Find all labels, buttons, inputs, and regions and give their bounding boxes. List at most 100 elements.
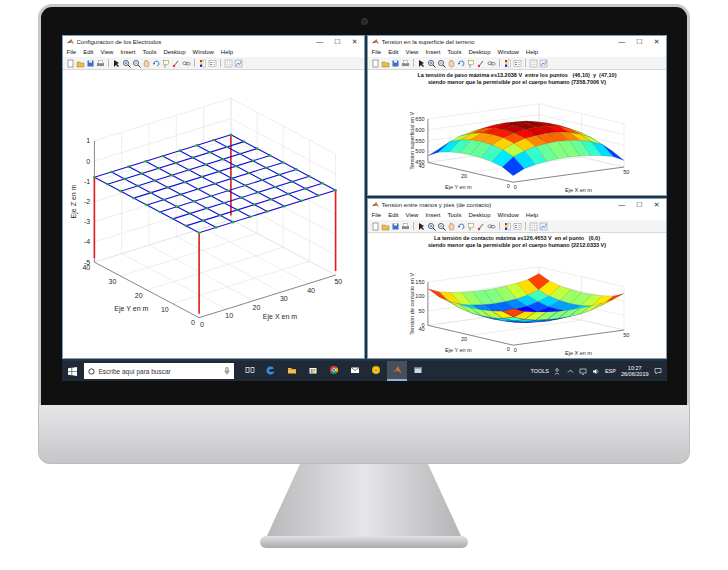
store-icon[interactable]: [308, 365, 318, 375]
taskbar-app[interactable]: [366, 361, 386, 381]
open-icon[interactable]: [381, 222, 390, 231]
menu-item[interactable]: Help: [526, 212, 538, 218]
save-icon[interactable]: [391, 222, 400, 231]
taskbar-app[interactable]: [345, 361, 365, 381]
notifications-icon[interactable]: [654, 367, 662, 375]
menu-item[interactable]: Tools: [142, 49, 156, 55]
mail-icon[interactable]: [350, 365, 360, 375]
surface-voltage-plot[interactable]: La tensión de paso máxima es13.2038 V en…: [368, 70, 666, 195]
axes-3d[interactable]: 05002040450500550600650Eje X en mEje Y e…: [408, 104, 629, 193]
plot-icon[interactable]: [539, 59, 548, 68]
pointer-icon[interactable]: [112, 59, 121, 68]
legend-icon[interactable]: [208, 59, 217, 68]
figure-window[interactable]: Tension entre manos y pies (de contacto)…: [367, 198, 667, 359]
start-button[interactable]: [62, 361, 84, 381]
speaker-icon[interactable]: [592, 368, 600, 375]
window-control-button[interactable]: ✕: [654, 201, 660, 208]
print-icon[interactable]: [96, 59, 105, 68]
new-icon[interactable]: [66, 59, 75, 68]
pan-icon[interactable]: [447, 222, 456, 231]
title-bar[interactable]: Tension entre manos y pies (de contacto)…: [368, 199, 666, 210]
menu-item[interactable]: View: [406, 49, 419, 55]
legend-icon[interactable]: [513, 59, 522, 68]
save-icon[interactable]: [86, 59, 95, 68]
window-control-button[interactable]: ☐: [636, 38, 642, 45]
menu-item[interactable]: Edit: [388, 212, 398, 218]
taskbar-app[interactable]: [261, 361, 281, 381]
explorer-icon[interactable]: [287, 365, 297, 375]
new-icon[interactable]: [371, 222, 380, 231]
print-icon[interactable]: [401, 222, 410, 231]
pointer-icon[interactable]: [417, 59, 426, 68]
plot-icon[interactable]: [539, 222, 548, 231]
window-control-button[interactable]: ☐: [636, 201, 642, 208]
window-control-button[interactable]: —: [618, 201, 625, 208]
menu-item[interactable]: View: [406, 212, 419, 218]
taskbar-app[interactable]: [324, 361, 344, 381]
link-icon[interactable]: [487, 222, 496, 231]
figure-window[interactable]: Tension en la superficie del terreno—☐✕F…: [367, 35, 667, 196]
rotate-icon[interactable]: [152, 59, 161, 68]
window-control-button[interactable]: ☐: [334, 38, 340, 45]
menu-item[interactable]: Insert: [120, 49, 135, 55]
cursor-icon[interactable]: [162, 59, 171, 68]
colorbar-icon[interactable]: [198, 59, 207, 68]
other-icon[interactable]: [413, 365, 423, 375]
matlab-icon[interactable]: [392, 365, 402, 375]
menu-item[interactable]: Desktop: [468, 212, 490, 218]
link-icon[interactable]: [487, 59, 496, 68]
tray-label[interactable]: TOOLS: [530, 368, 549, 374]
zoom-in-icon[interactable]: [122, 59, 131, 68]
contact-voltage-plot[interactable]: La tensión de contacto máxima es126.4653…: [368, 233, 666, 358]
menu-item[interactable]: Help: [221, 49, 233, 55]
new-icon[interactable]: [371, 59, 380, 68]
microphone-icon[interactable]: [224, 367, 230, 375]
window-control-button[interactable]: ✕: [352, 38, 358, 45]
cursor-icon[interactable]: [467, 222, 476, 231]
edge-icon[interactable]: [266, 365, 276, 375]
window-control-button[interactable]: —: [618, 38, 625, 45]
brush-icon[interactable]: [477, 222, 486, 231]
menu-item[interactable]: Edit: [388, 49, 398, 55]
pan-icon[interactable]: [142, 59, 151, 68]
cursor-icon[interactable]: [467, 59, 476, 68]
chrome-canary-icon[interactable]: [371, 365, 381, 375]
chevron-up-icon[interactable]: [567, 368, 574, 374]
legend-icon[interactable]: [513, 222, 522, 231]
rotate-icon[interactable]: [457, 222, 466, 231]
menu-item[interactable]: File: [372, 49, 382, 55]
menu-item[interactable]: Window: [192, 49, 213, 55]
grid-icon[interactable]: [224, 59, 233, 68]
zoom-out-icon[interactable]: [132, 59, 141, 68]
zoom-out-icon[interactable]: [437, 59, 446, 68]
menu-item[interactable]: View: [101, 49, 114, 55]
open-icon[interactable]: [76, 59, 85, 68]
zoom-in-icon[interactable]: [427, 222, 436, 231]
brush-icon[interactable]: [172, 59, 181, 68]
menu-item[interactable]: Tools: [447, 49, 461, 55]
print-icon[interactable]: [401, 59, 410, 68]
menu-item[interactable]: Insert: [425, 212, 440, 218]
search-box[interactable]: Escribe aquí para buscar: [84, 363, 234, 379]
figure-window[interactable]: Configuracion de los Electrodos—☐✕FileEd…: [62, 35, 365, 359]
plot-icon[interactable]: [234, 59, 243, 68]
grid-icon[interactable]: [529, 59, 538, 68]
menu-item[interactable]: File: [372, 212, 382, 218]
colorbar-icon[interactable]: [503, 59, 512, 68]
pan-icon[interactable]: [447, 59, 456, 68]
title-bar[interactable]: Configuracion de los Electrodos—☐✕: [63, 36, 364, 47]
clock[interactable]: 10:2726/06/2019: [621, 365, 649, 378]
menu-item[interactable]: Desktop: [468, 49, 490, 55]
language-indicator[interactable]: ESP: [605, 368, 616, 374]
menu-item[interactable]: File: [67, 49, 77, 55]
menu-item[interactable]: Edit: [83, 49, 93, 55]
taskbar-app[interactable]: [408, 361, 428, 381]
network-icon[interactable]: [579, 368, 587, 375]
zoom-out-icon[interactable]: [437, 222, 446, 231]
menu-item[interactable]: Tools: [447, 212, 461, 218]
window-control-button[interactable]: ✕: [654, 38, 660, 45]
menu-item[interactable]: Window: [497, 49, 518, 55]
axes-3d[interactable]: 01020304050010203040-5-4-3-2-101Eje X en…: [70, 98, 342, 327]
menu-item[interactable]: Help: [526, 49, 538, 55]
chrome-icon[interactable]: [329, 365, 339, 375]
